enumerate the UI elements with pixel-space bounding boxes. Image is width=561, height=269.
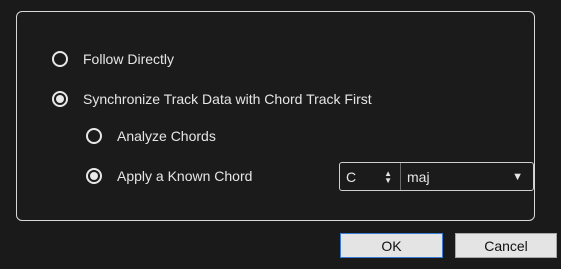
radio-checked-icon xyxy=(52,91,68,107)
dropdown-arrow-icon[interactable]: ▼ xyxy=(512,171,523,183)
chord-type-value: maj xyxy=(407,168,430,185)
cancel-button[interactable]: Cancel xyxy=(455,233,557,258)
radio-label: Synchronize Track Data with Chord Track … xyxy=(83,91,372,107)
chord-root-stepper[interactable]: C ▲ ▼ xyxy=(340,163,401,190)
radio-unchecked-icon xyxy=(52,51,68,67)
dialog-window: Follow Directly Synchronize Track Data w… xyxy=(0,0,561,269)
chord-type-select[interactable]: maj ▼ xyxy=(401,163,533,190)
radio-label: Analyze Chords xyxy=(117,128,216,144)
radio-apply-known-chord[interactable]: Apply a Known Chord xyxy=(86,164,252,188)
radio-unchecked-icon xyxy=(86,128,102,144)
up-down-stepper-icon[interactable]: ▲ ▼ xyxy=(384,169,392,184)
ok-button[interactable]: OK xyxy=(340,233,443,258)
radio-checked-icon xyxy=(86,168,102,184)
radio-synchronize-first[interactable]: Synchronize Track Data with Chord Track … xyxy=(52,87,372,111)
radio-label: Apply a Known Chord xyxy=(117,168,253,184)
chord-root-value: C xyxy=(346,168,357,185)
chord-picker: C ▲ ▼ maj ▼ xyxy=(339,162,534,191)
radio-analyze-chords[interactable]: Analyze Chords xyxy=(86,124,216,148)
radio-label: Follow Directly xyxy=(83,51,175,67)
radio-follow-directly[interactable]: Follow Directly xyxy=(52,47,174,71)
